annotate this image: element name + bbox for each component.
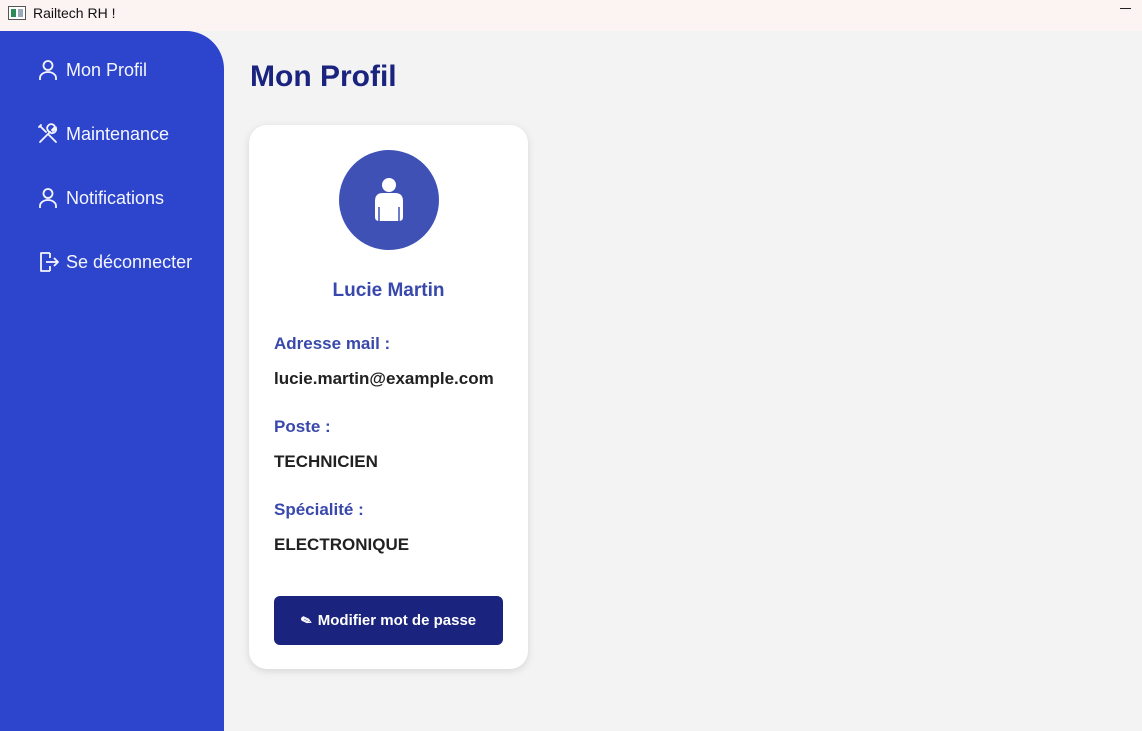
sidebar-item-mon-profil[interactable]: Mon Profil [36,56,147,84]
sidebar-item-label: Maintenance [66,123,170,144]
window-title: Railtech RH ! [33,5,116,21]
poste-label: Poste : [274,417,331,436]
user-icon [36,186,60,210]
window-titlebar: Railtech RH ! [0,0,1142,31]
profile-card: Lucie Martin Adresse mail : lucie.martin… [249,125,528,669]
sidebar-item-se-deconnecter[interactable]: Se déconnecter [36,248,192,276]
sidebar-item-label: Mon Profil [66,59,148,80]
sidebar-item-label: Se déconnecter [66,251,193,272]
pencil-icon: ✎ [298,611,314,629]
email-label: Adresse mail : [274,334,391,353]
sidebar-item-maintenance[interactable]: Maintenance [36,120,169,148]
sidebar: Mon Profil Maintenance Notifications Se … [0,31,224,731]
sidebar-item-label: Notifications [66,187,165,208]
tools-icon [36,122,60,146]
minimize-icon[interactable] [1118,0,1134,16]
user-icon [36,58,60,82]
email-value: lucie.martin@example.com [274,369,494,388]
page-title: Mon Profil [250,60,397,93]
poste-value: TECHNICIEN [274,452,378,471]
profile-name: Lucie Martin [332,280,445,301]
change-password-button[interactable]: ✎ Modifier mot de passe [274,596,503,645]
logout-icon [36,250,60,274]
sidebar-item-notifications[interactable]: Notifications [36,184,164,212]
change-password-label: Modifier mot de passe [317,612,477,629]
specialite-label: Spécialité : [274,500,364,519]
specialite-value: ELECTRONIQUE [274,535,410,554]
person-icon [375,178,403,221]
avatar [339,150,439,250]
app-icon [8,6,26,20]
